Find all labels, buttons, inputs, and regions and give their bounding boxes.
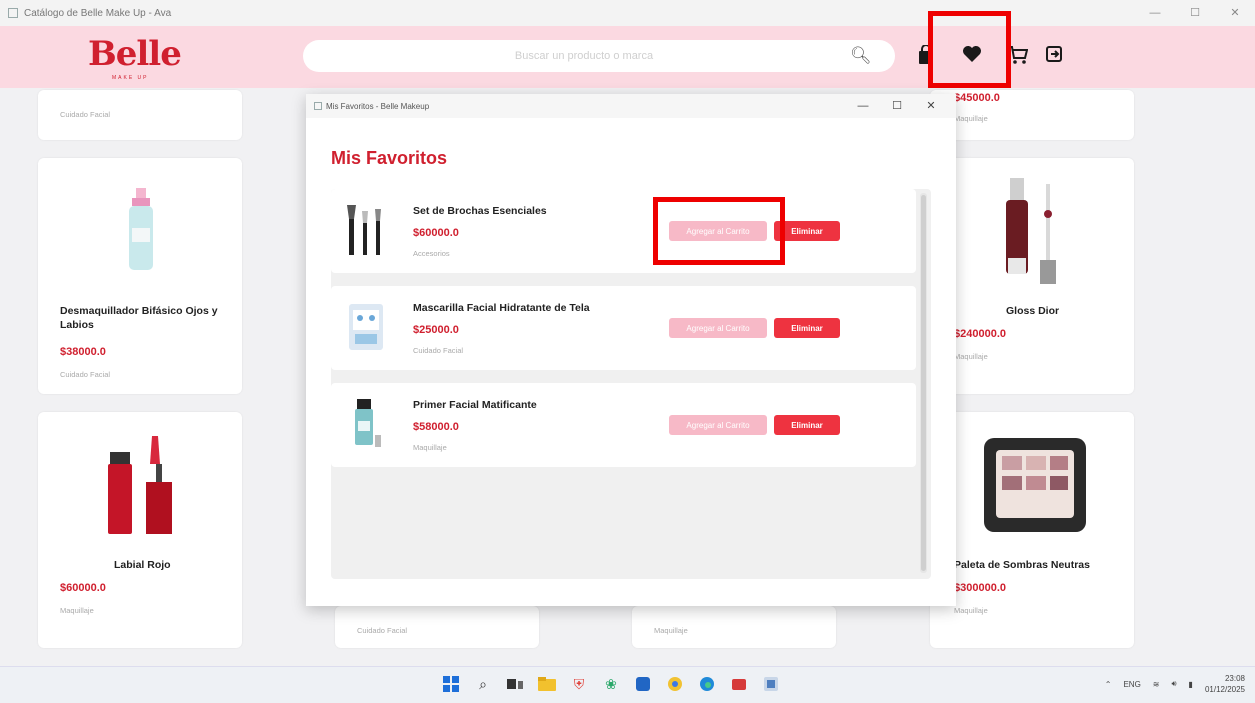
annotation-highlight-add-to-cart — [653, 197, 785, 265]
minimize-button[interactable]: — — [1135, 0, 1175, 26]
product-card[interactable]: Cuidado Facial — [335, 606, 539, 648]
favorite-category: Maquillaje — [413, 443, 447, 452]
taskbar: ⌕ ⛨ ❀ ⌃ ENG ≋ 🔊︎ ▮ 23:08 01/12/2025 — [0, 666, 1255, 703]
brand-logo[interactable]: Belle — [88, 34, 182, 74]
product-image — [129, 188, 153, 270]
dialog-titlebar: Mis Favoritos - Belle Makeup — ☐ ✕ — [306, 94, 956, 118]
favorites-scrollbar[interactable] — [920, 193, 927, 573]
favorite-name: Mascarilla Facial Hidratante de Tela — [413, 302, 590, 314]
favorite-price: $58000.0 — [413, 421, 459, 433]
close-button[interactable]: ✕ — [1215, 0, 1255, 26]
product-image — [355, 399, 381, 447]
product-category: Maquillaje — [954, 606, 988, 615]
product-category: Maquillaje — [954, 114, 988, 123]
tray-expand-icon[interactable]: ⌃ — [1105, 680, 1112, 689]
product-name: Paleta de Sombras Neutras — [954, 559, 1090, 571]
product-name: Desmaquillador Bifásico Ojos y Labios — [60, 305, 218, 331]
edge-icon[interactable] — [696, 673, 718, 695]
product-price: $45000.0 — [954, 92, 1000, 104]
window-title: Catálogo de Belle Make Up - Ava — [24, 7, 172, 19]
add-to-cart-button[interactable]: Agregar al Carrito — [669, 318, 767, 338]
system-tray: ⌃ ENG ≋ 🔊︎ ▮ 23:08 01/12/2025 — [1105, 673, 1245, 695]
add-to-cart-button[interactable]: Agregar al Carrito — [669, 415, 767, 435]
favorite-category: Cuidado Facial — [413, 346, 464, 355]
product-image — [347, 205, 381, 255]
favorites-list[interactable]: Set de Brochas Esenciales $60000.0 Acces… — [331, 189, 931, 579]
maximize-button[interactable]: ☐ — [1175, 0, 1215, 26]
product-image — [984, 438, 1086, 532]
favorite-price: $60000.0 — [413, 227, 459, 239]
product-card[interactable]: Paleta de Sombras Neutras $300000.0 Maqu… — [930, 412, 1134, 648]
copilot-icon[interactable]: ❀ — [600, 673, 622, 695]
favorite-item: Set de Brochas Esenciales $60000.0 Acces… — [331, 189, 916, 273]
brand-logo-subtitle: MAKE UP — [112, 75, 149, 81]
app-header: Belle MAKE UP 🔍︎ — [0, 26, 1255, 88]
start-icon[interactable] — [440, 673, 462, 695]
battery-icon[interactable]: ▮ — [1189, 680, 1193, 689]
dialog-maximize-button[interactable]: ☐ — [880, 96, 914, 116]
product-image — [1006, 178, 1056, 284]
language-indicator[interactable]: ENG — [1123, 680, 1140, 689]
product-category: Maquillaje — [954, 352, 988, 361]
product-category: Cuidado Facial — [60, 110, 111, 119]
product-category: Maquillaje — [60, 606, 94, 615]
product-card[interactable]: $45000.0 Maquillaje — [930, 90, 1134, 140]
dialog-minimize-button[interactable]: — — [846, 96, 880, 116]
delete-favorite-button[interactable]: Eliminar — [774, 415, 840, 435]
clock-date: 01/12/2025 — [1204, 685, 1245, 694]
product-price: $60000.0 — [60, 582, 106, 594]
dialog-close-button[interactable]: ✕ — [914, 96, 948, 116]
product-image — [349, 304, 383, 350]
product-image — [108, 436, 172, 534]
product-card[interactable]: Gloss Dior $240000.0 Maquillaje — [930, 158, 1134, 394]
app-icon-blue[interactable] — [632, 673, 654, 695]
dialog-title: Mis Favoritos - Belle Makeup — [326, 101, 430, 111]
favorite-name: Primer Facial Matificante — [413, 399, 537, 411]
product-card[interactable]: Desmaquillador Bifásico Ojos y Labios $3… — [38, 158, 242, 394]
window-titlebar: Catálogo de Belle Make Up - Ava — ☐ ✕ — [0, 0, 1255, 26]
clock-time: 23:08 — [1224, 674, 1245, 683]
wifi-icon[interactable]: ≋ — [1153, 680, 1160, 689]
favorite-price: $25000.0 — [413, 324, 459, 336]
volume-icon[interactable]: 🔊︎ — [1172, 679, 1177, 689]
product-category: Cuidado Facial — [60, 370, 111, 379]
annotation-highlight-heart — [928, 11, 1011, 88]
product-card[interactable]: Cuidado Facial — [38, 90, 242, 140]
python-app-icon[interactable] — [760, 673, 782, 695]
app-icon-red[interactable] — [728, 673, 750, 695]
logout-icon[interactable] — [1045, 45, 1063, 70]
scrollbar-thumb[interactable] — [921, 195, 926, 571]
favorites-dialog: Mis Favoritos - Belle Makeup — ☐ ✕ Mis F… — [306, 94, 956, 606]
search-taskbar-icon[interactable]: ⌕ — [472, 673, 494, 695]
product-name: Labial Rojo — [114, 559, 171, 571]
product-category: Maquillaje — [654, 626, 688, 635]
product-name: Gloss Dior — [1006, 305, 1060, 317]
shield-icon[interactable]: ⛨ — [568, 673, 590, 695]
delete-favorite-button[interactable]: Eliminar — [774, 318, 840, 338]
app-icon — [8, 8, 18, 18]
window-controls: — ☐ ✕ — [1135, 0, 1255, 26]
favorite-name: Set de Brochas Esenciales — [413, 205, 547, 217]
taskbar-apps: ⌕ ⛨ ❀ — [440, 673, 782, 695]
chrome-icon[interactable] — [664, 673, 686, 695]
product-price: $300000.0 — [954, 582, 1006, 594]
favorites-heading: Mis Favoritos — [331, 148, 448, 168]
task-view-icon[interactable] — [504, 673, 526, 695]
file-explorer-icon[interactable] — [536, 673, 558, 695]
search-input[interactable] — [303, 40, 895, 72]
dialog-controls: — ☐ ✕ — [846, 96, 948, 116]
cart-icon[interactable] — [1008, 45, 1029, 72]
product-price: $38000.0 — [60, 346, 106, 358]
product-category: Cuidado Facial — [357, 626, 408, 635]
product-card[interactable]: Labial Rojo $60000.0 Maquillaje — [38, 412, 242, 648]
product-card[interactable]: Maquillaje — [632, 606, 836, 648]
clock[interactable]: 23:08 01/12/2025 — [1205, 673, 1245, 695]
favorite-category: Accesorios — [413, 249, 450, 258]
product-price: $240000.0 — [954, 328, 1006, 340]
favorite-item: Primer Facial Matificante $58000.0 Maqui… — [331, 383, 916, 467]
favorite-item: Mascarilla Facial Hidratante de Tela $25… — [331, 286, 916, 370]
dialog-app-icon — [314, 102, 322, 110]
search-icon[interactable]: 🔍︎ — [850, 46, 872, 66]
